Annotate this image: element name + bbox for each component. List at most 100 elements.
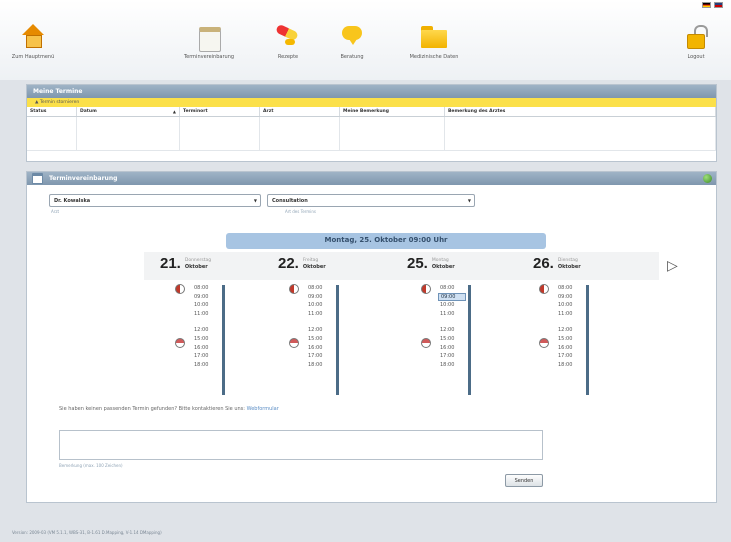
time-slot[interactable]: 18:00 <box>556 361 584 370</box>
day-header: 26. Dienstag Oktober <box>533 255 581 272</box>
time-slot[interactable]: 08:00 <box>192 284 220 293</box>
time-slot[interactable]: 09:00 <box>192 293 220 302</box>
speech-bubble-icon <box>337 24 367 50</box>
time-slot[interactable]: 12:00 <box>556 326 584 335</box>
time-slot[interactable]: 12:00 <box>306 326 334 335</box>
logout-label: Logout <box>687 54 705 60</box>
dropdown-arrow-icon: ▼ <box>467 198 471 203</box>
time-slot[interactable]: 12:00 <box>438 326 466 335</box>
time-slot[interactable]: 18:00 <box>438 361 466 370</box>
time-slot[interactable]: 15:00 <box>556 335 584 344</box>
time-slot[interactable]: 18:00 <box>306 361 334 370</box>
morning-icon <box>289 284 299 294</box>
time-slot[interactable]: 08:00 <box>438 284 466 293</box>
english-flag-icon[interactable] <box>714 2 723 8</box>
next-week-arrow-icon[interactable]: ▷ <box>667 258 678 274</box>
my-appointments-title: Meine Termine <box>27 85 716 98</box>
day-scrollbar[interactable] <box>586 285 589 395</box>
afternoon-icon <box>421 338 431 348</box>
day-column: 08:00 09:00 10:00 11:00 12:00 15:00 16:00 17:00… <box>421 284 491 396</box>
time-slot[interactable]: 17:00 <box>192 352 220 361</box>
morning-icon <box>539 284 549 294</box>
appointment-type-value: Consultation <box>272 198 308 204</box>
time-slot[interactable]: 08:00 <box>306 284 334 293</box>
time-slot[interactable]: 18:00 <box>192 361 220 370</box>
time-slot[interactable]: 09:00 <box>306 293 334 302</box>
time-slot[interactable]: 16:00 <box>556 344 584 353</box>
time-slot[interactable]: 10:00 <box>306 301 334 310</box>
day-number: 22. <box>278 255 299 272</box>
weekday: Donnerstag <box>184 257 212 263</box>
consultation-button[interactable]: Beratung <box>332 24 372 60</box>
time-slot[interactable]: 17:00 <box>438 352 466 361</box>
column-doctor[interactable]: Arzt <box>260 107 340 116</box>
column-my-remark[interactable]: Meine Bemerkung <box>340 107 445 116</box>
day-column: 08:00 09:00 10:00 11:00 12:00 15:00 16:00 17:00… <box>289 284 359 396</box>
version-footer: Version: 2009-03 (VM 5.1.1, WBS-31, B-1.… <box>12 530 162 535</box>
time-slot[interactable]: 16:00 <box>192 344 220 353</box>
recipes-button[interactable]: Rezepte <box>268 24 308 60</box>
time-slot[interactable]: 10:00 <box>192 301 220 310</box>
remark-textarea[interactable] <box>59 430 543 460</box>
time-slot[interactable]: 15:00 <box>438 335 466 344</box>
home-button[interactable]: Zum Hauptmenü <box>4 24 62 60</box>
column-date[interactable]: Datum ▲ <box>77 107 180 116</box>
language-switcher <box>702 2 723 8</box>
appointment-type-select[interactable]: Consultation ▼ <box>267 194 475 207</box>
german-flag-icon[interactable] <box>702 2 711 8</box>
contact-form-link[interactable]: Webformular <box>247 406 279 412</box>
time-slot[interactable]: 09:00 <box>556 293 584 302</box>
no-appointment-info: Sie haben keinen passenden Termin gefund… <box>59 406 279 412</box>
time-slot[interactable]: 09:00 <box>438 292 466 302</box>
month: Oktober <box>557 263 581 270</box>
medical-data-button[interactable]: Medizinische Daten <box>402 24 466 60</box>
appointment-button[interactable]: Terminvereinbarung <box>176 24 242 60</box>
day-scrollbar[interactable] <box>468 285 471 395</box>
medical-data-label: Medizinische Daten <box>409 54 459 60</box>
logout-button[interactable]: Logout <box>676 24 716 60</box>
afternoon-icon <box>289 338 299 348</box>
day-column: 08:00 09:00 10:00 11:00 12:00 15:00 16:00 17:00… <box>539 284 609 396</box>
time-slot[interactable]: 15:00 <box>192 335 220 344</box>
top-toolbar: Zum Hauptmenü Terminvereinbarung Rezepte… <box>0 0 731 80</box>
column-doctor-remark[interactable]: Bemerkung des Arztes <box>445 107 716 116</box>
weekday: Dienstag <box>557 257 578 263</box>
doctor-select-value: Dr. Kowalska <box>54 198 91 204</box>
time-slot[interactable]: 16:00 <box>438 344 466 353</box>
day-scrollbar[interactable] <box>336 285 339 395</box>
time-slot[interactable]: 11:00 <box>306 310 334 319</box>
afternoon-icon <box>539 338 549 348</box>
time-slot[interactable]: 10:00 <box>556 301 584 310</box>
time-slot[interactable]: 12:00 <box>192 326 220 335</box>
month: Oktober <box>184 263 208 270</box>
day-header: 21. Donnerstag Oktober <box>160 255 211 272</box>
help-icon[interactable] <box>703 174 712 183</box>
cancel-appointment-label: Termin stornieren <box>39 100 80 105</box>
time-slot[interactable]: 11:00 <box>438 310 466 319</box>
month: Oktober <box>302 263 326 270</box>
selected-appointment-banner: Montag, 25. Oktober 09:00 Uhr <box>226 233 546 249</box>
folder-icon <box>419 24 449 50</box>
submit-button[interactable]: Senden <box>505 474 543 487</box>
morning-icon <box>175 284 185 294</box>
remark-hint: Bemerkung (max. 100 Zeichen) <box>59 463 123 468</box>
doctor-select[interactable]: Dr. Kowalska ▼ <box>49 194 261 207</box>
time-slot[interactable]: 15:00 <box>306 335 334 344</box>
cancel-appointment-link[interactable]: ▲ Termin stornieren <box>27 98 716 107</box>
time-slot[interactable]: 11:00 <box>556 310 584 319</box>
time-slot-list: 08:00 09:00 10:00 11:00 12:00 15:00 16:00 17:00… <box>192 284 220 369</box>
time-slot[interactable]: 16:00 <box>306 344 334 353</box>
day-header-bar: 21. Donnerstag Oktober 22. Freitag Oktober… <box>144 252 659 280</box>
column-location[interactable]: Terminort <box>180 107 260 116</box>
day-scrollbar[interactable] <box>222 285 225 395</box>
time-slot[interactable]: 11:00 <box>192 310 220 319</box>
time-slot[interactable]: 17:00 <box>556 352 584 361</box>
time-slot[interactable]: 08:00 <box>556 284 584 293</box>
recipes-label: Rezepte <box>277 54 299 60</box>
day-header: 22. Freitag Oktober <box>278 255 326 272</box>
time-slot[interactable]: 10:00 <box>438 301 466 310</box>
pills-icon <box>273 24 303 50</box>
time-slot[interactable]: 17:00 <box>306 352 334 361</box>
column-status[interactable]: Status <box>27 107 77 116</box>
info-text: Sie haben keinen passenden Termin gefund… <box>59 406 245 412</box>
